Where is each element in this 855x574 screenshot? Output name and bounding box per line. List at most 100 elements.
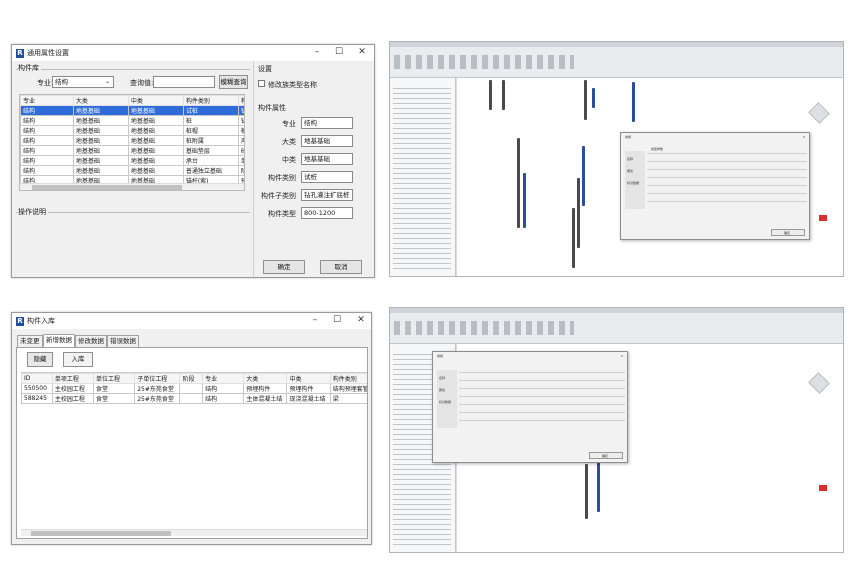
view-cube-icon[interactable]: [808, 372, 830, 394]
column-header[interactable]: 大类: [72, 95, 129, 106]
table-row[interactable]: 结构地基基础地基基础桩附属声: [20, 135, 244, 146]
scrollbar-thumb[interactable]: [31, 531, 171, 536]
dialog-close-icon[interactable]: ✕: [802, 135, 805, 139]
property-value-field[interactable]: 地基基础: [301, 135, 353, 147]
column-header[interactable]: 单项工程: [51, 373, 95, 384]
ok-button[interactable]: 确定: [263, 260, 305, 274]
scrollbar-thumb[interactable]: [32, 185, 182, 190]
maximize-icon[interactable]: ☐: [332, 47, 346, 57]
property-value-field[interactable]: 试桩: [301, 171, 353, 183]
table-row[interactable]: 结构地基基础地基基础普通独立基础阶: [20, 165, 244, 176]
column-header[interactable]: 专业: [20, 95, 74, 106]
property-value-field[interactable]: 钻孔灌注扩底桩: [301, 189, 353, 201]
table-row[interactable]: 结构地基基础地基基础承台单: [20, 155, 244, 166]
window-titlebar: R 通用属性设置 – ☐ ✕: [12, 45, 374, 61]
tab-unchanged[interactable]: 未变更: [17, 335, 43, 347]
ribbon-icons: [394, 55, 574, 69]
table-cell: 承台: [182, 155, 239, 166]
window-title: 构件入库: [27, 317, 55, 325]
property-value-field[interactable]: 地基基础: [301, 153, 353, 165]
table-cell: 普通独立基础: [182, 165, 239, 176]
table-cell: 预埋构件: [286, 383, 331, 394]
right-pane-divider: [253, 61, 254, 277]
table-row[interactable]: 550500 主校园工程 食堂 25#东苑食堂 结构 预埋构件 预埋构件 结构预埋套管: [21, 383, 367, 394]
tab-error-data[interactable]: 错误数据: [107, 335, 139, 347]
dialog-close-icon[interactable]: ✕: [620, 354, 623, 358]
panel-item[interactable]: 名称: [439, 376, 445, 380]
property-value-field[interactable]: 800-1200: [301, 207, 353, 219]
table-cell: 结构预埋套管: [329, 383, 367, 394]
maximize-icon[interactable]: ☐: [330, 315, 344, 325]
dialog-grid: [459, 372, 625, 428]
table-cell: 地基基础: [127, 125, 184, 136]
column-header[interactable]: 构: [237, 95, 244, 106]
dialog-ok-button[interactable]: 确定: [589, 452, 623, 459]
view-cube-icon[interactable]: [808, 102, 830, 124]
table-cell: 桩附属: [182, 135, 239, 146]
revit-ribbon: [390, 313, 843, 344]
table-row[interactable]: 结构地基基础地基基础桩帽桩: [20, 125, 244, 136]
hide-button[interactable]: 隐藏: [27, 352, 53, 367]
property-value-field[interactable]: 结构: [301, 117, 353, 129]
column-header[interactable]: 构件类别: [182, 95, 239, 106]
minimize-icon[interactable]: –: [310, 47, 324, 57]
modify-type-name-label: 修改族类型名称: [268, 81, 317, 89]
panel-item[interactable]: 标识数据: [439, 400, 451, 404]
cancel-button[interactable]: 取消: [320, 260, 362, 274]
fuzzy-query-button[interactable]: 模糊查询: [219, 75, 248, 89]
table-row[interactable]: 结构地基基础地基基础基础垫层砂: [20, 145, 244, 156]
dialog-title: 常规: [437, 354, 444, 358]
table-cell: 结构: [20, 145, 74, 156]
profession-label: 专业:: [37, 79, 54, 87]
panel-item[interactable]: 属性: [439, 388, 445, 392]
table-cell: 地基基础: [127, 145, 184, 156]
column-header[interactable]: 阶段: [179, 373, 204, 384]
pile-column: [517, 138, 520, 228]
pile-column: [582, 146, 585, 206]
revit-properties-panel: [390, 78, 456, 276]
column-header[interactable]: 子单位工程: [134, 373, 181, 384]
column-header[interactable]: 单位工程: [93, 373, 136, 384]
component-import-window: R 构件入库 – ☐ ✕ 未变更 新增数据 修改数据 错误数据 隐藏 入库 ID…: [11, 312, 372, 545]
table-cell: 结构: [20, 105, 74, 116]
column-header[interactable]: 构件类别: [329, 373, 367, 384]
horizontal-scrollbar[interactable]: [21, 529, 367, 536]
ribbon-icons: [394, 321, 574, 335]
table-cell: 主校园工程: [51, 393, 95, 404]
column-header[interactable]: 中类: [127, 95, 184, 106]
table-cell: 钻: [237, 105, 244, 116]
tab-modified-data[interactable]: 修改数据: [75, 335, 107, 347]
property-label: 构件子类别: [261, 192, 296, 200]
table-cell: 结构: [202, 393, 245, 404]
property-label: 构件类别: [268, 174, 296, 182]
panel-item[interactable]: 属性: [627, 169, 633, 173]
modify-type-name-checkbox[interactable]: [258, 80, 265, 87]
general-property-settings-window: R 通用属性设置 – ☐ ✕ 构件库 专业: 结构 ⌄ 查询值: 模糊查询 专业…: [11, 44, 375, 278]
query-input[interactable]: [153, 76, 215, 88]
close-icon[interactable]: ✕: [355, 47, 369, 57]
dialog-ok-button[interactable]: 确定: [771, 229, 805, 236]
operation-group: [16, 212, 250, 213]
property-label: 构件类型: [268, 210, 296, 218]
pile-column: [632, 82, 635, 122]
dialog-title: 常规: [625, 135, 632, 139]
table-row[interactable]: 结构地基基础地基基础试桩钻: [20, 105, 244, 116]
close-icon[interactable]: ✕: [354, 315, 368, 325]
import-button[interactable]: 入库: [63, 352, 93, 367]
profession-select[interactable]: 结构 ⌄: [52, 76, 114, 88]
tab-new-data[interactable]: 新增数据: [43, 334, 75, 347]
column-header[interactable]: ID: [21, 373, 53, 384]
column-header[interactable]: 大类: [243, 373, 288, 384]
minimize-icon[interactable]: –: [308, 315, 322, 325]
table-cell: 主体混凝土结: [243, 393, 288, 404]
panel-item[interactable]: 名称: [627, 157, 633, 161]
horizontal-scrollbar[interactable]: [20, 183, 244, 190]
table-row[interactable]: 588245 主校园工程 食堂 25#东苑食堂 结构 主体混凝土结 现浇混凝土结梁: [21, 393, 367, 404]
panel-item[interactable]: 标识数据: [627, 181, 639, 185]
grid-header: 类型参数: [651, 147, 664, 151]
column-header[interactable]: 中类: [286, 373, 331, 384]
column-header[interactable]: 专业: [202, 373, 245, 384]
table-row[interactable]: 结构地基基础地基基础桩钻: [20, 115, 244, 126]
table-cell: 地基基础: [72, 125, 129, 136]
table-cell: 地基基础: [127, 155, 184, 166]
